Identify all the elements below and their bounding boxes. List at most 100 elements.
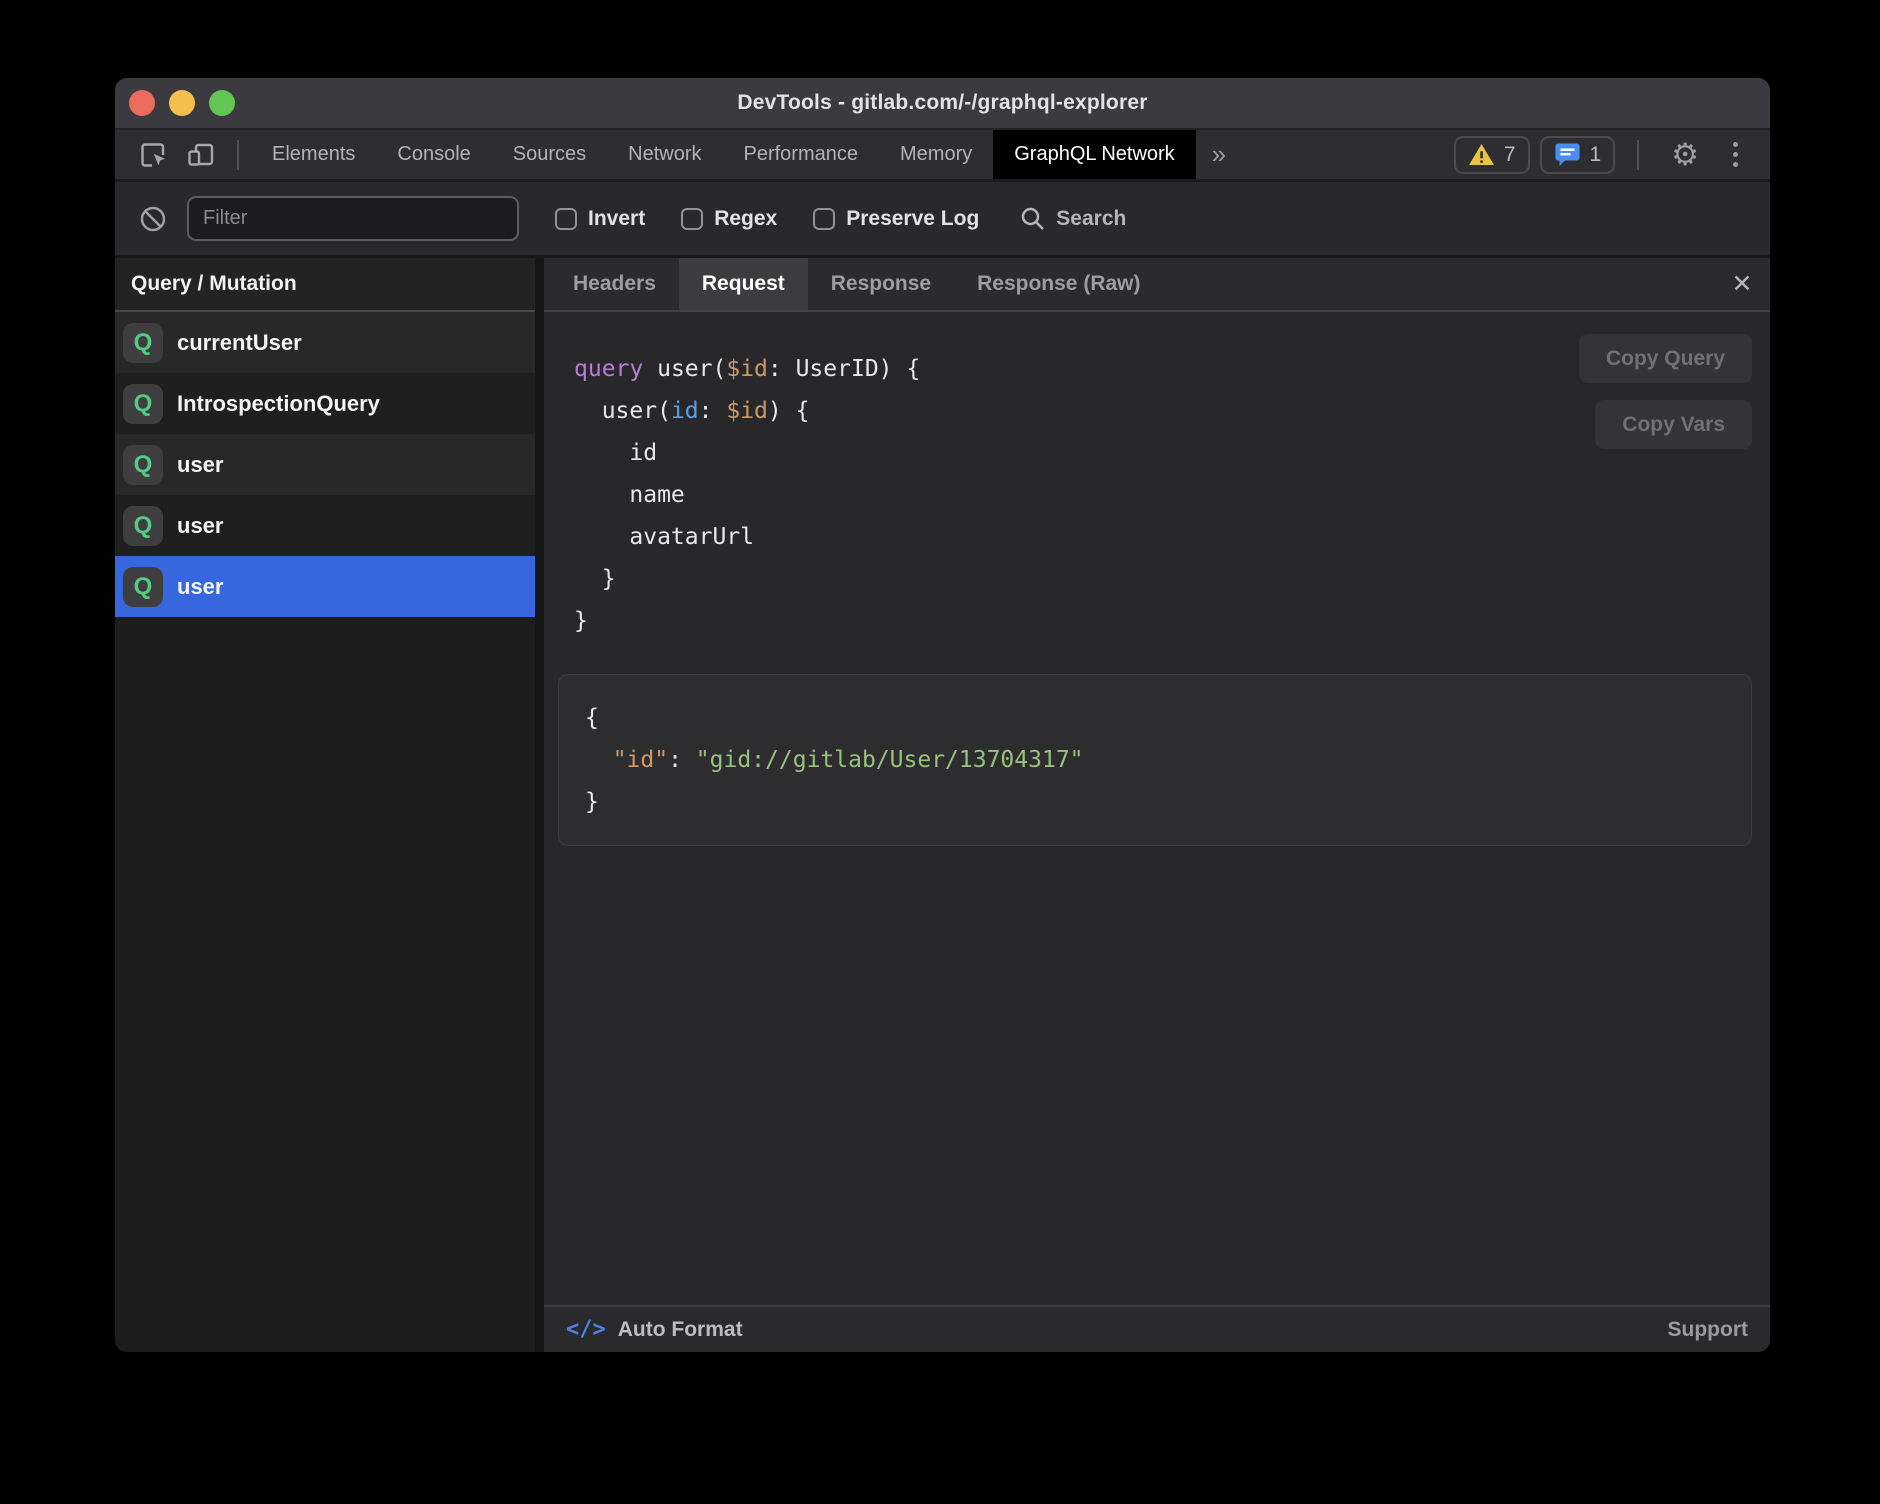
- search-label: Search: [1056, 207, 1126, 231]
- message-bubble-icon: [1554, 142, 1581, 167]
- zoom-window-button[interactable]: [209, 90, 235, 116]
- copy-vars-button[interactable]: Copy Vars: [1595, 400, 1752, 449]
- panel-tab-label: Network: [628, 143, 701, 166]
- query-list-item[interactable]: Q user: [115, 556, 535, 617]
- query-type-badge: Q: [123, 323, 163, 363]
- panel-tab[interactable]: Memory: [879, 130, 993, 179]
- panel-tab[interactable]: Console: [376, 130, 491, 179]
- support-link[interactable]: Support: [1668, 1318, 1748, 1342]
- detail-tab[interactable]: Response: [808, 258, 954, 310]
- device-toolbar-button[interactable]: [177, 130, 225, 179]
- panel-tab-label: Memory: [900, 143, 972, 166]
- detail-tab-label: Headers: [573, 272, 656, 296]
- inspect-cursor-icon: [137, 139, 169, 171]
- settings-button[interactable]: ⚙: [1661, 139, 1709, 170]
- request-tab-content: Copy Query Copy Vars query user($id: Use…: [544, 312, 1770, 1305]
- query-list-item[interactable]: Q IntrospectionQuery: [115, 373, 535, 434]
- filter-checkbox[interactable]: Preserve Log: [813, 207, 979, 231]
- auto-format-label: Auto Format: [618, 1318, 743, 1342]
- filter-checkbox[interactable]: Invert: [555, 207, 645, 231]
- clear-requests-button[interactable]: [133, 205, 173, 233]
- panel-tab[interactable]: Performance: [723, 130, 880, 179]
- checkbox-label: Preserve Log: [846, 207, 979, 231]
- query-type-badge: Q: [123, 506, 163, 546]
- kebab-dot: [1733, 152, 1738, 157]
- detail-tab-label: Response: [831, 272, 931, 296]
- warnings-badge[interactable]: 7: [1454, 136, 1530, 174]
- close-icon: ✕: [1732, 269, 1753, 299]
- copy-query-button[interactable]: Copy Query: [1579, 334, 1752, 383]
- checkbox-box: [813, 208, 835, 230]
- query-list-item[interactable]: Q currentUser: [115, 312, 535, 373]
- checkbox-label: Invert: [588, 207, 645, 231]
- kebab-dot: [1733, 162, 1738, 167]
- panel-tab[interactable]: Elements: [251, 130, 376, 179]
- filter-toolbar: Invert Regex Preserve Log Search: [115, 182, 1770, 258]
- detail-tab[interactable]: Response (Raw): [954, 258, 1163, 310]
- devtools-window: DevTools - gitlab.com/-/graphql-explorer: [115, 78, 1770, 1352]
- filter-input[interactable]: [187, 196, 519, 241]
- device-toolbar-icon: [185, 139, 217, 171]
- query-list-item[interactable]: Q user: [115, 495, 535, 556]
- detail-footer: </> Auto Format Support: [544, 1305, 1770, 1352]
- panel-tab-label: Console: [397, 143, 470, 166]
- panel-tab-label: Performance: [744, 143, 859, 166]
- minimize-window-button[interactable]: [169, 90, 195, 116]
- panel-tab-label: Sources: [513, 143, 586, 166]
- more-panels-button[interactable]: »: [1196, 130, 1242, 179]
- detail-tab-label: Request: [702, 272, 785, 296]
- checkbox-box: [681, 208, 703, 230]
- double-chevron-icon: »: [1212, 139, 1226, 170]
- customize-menu-button[interactable]: [1719, 142, 1752, 167]
- detail-tabs: Headers Request Response Response (Raw) …: [544, 258, 1770, 312]
- detail-tab[interactable]: Request: [679, 258, 808, 310]
- detail-tab[interactable]: Headers: [550, 258, 679, 310]
- main-toolbar: Elements Console Sources Network Perform…: [115, 130, 1770, 182]
- close-window-button[interactable]: [129, 90, 155, 116]
- content-area: Query / Mutation Q currentUser Q Introsp…: [115, 258, 1770, 1352]
- filter-checkboxes: Invert Regex Preserve Log: [519, 207, 979, 231]
- query-name: user: [177, 574, 223, 600]
- auto-format-button[interactable]: </> Auto Format: [566, 1317, 743, 1342]
- close-detail-button[interactable]: ✕: [1714, 258, 1770, 310]
- copy-buttons: Copy Query Copy Vars: [1579, 334, 1752, 449]
- issues-count: 1: [1590, 143, 1602, 167]
- issues-badge[interactable]: 1: [1540, 136, 1616, 174]
- traffic-lights: [129, 78, 235, 128]
- warning-triangle-icon: [1468, 143, 1495, 166]
- checkbox-label: Regex: [714, 207, 777, 231]
- detail-tab-strip: Headers Request Response Response (Raw): [550, 258, 1164, 310]
- panel-tab-label: Elements: [272, 143, 355, 166]
- query-variables-code: { "id": "gid://gitlab/User/13704317"}: [585, 697, 1725, 823]
- query-name: currentUser: [177, 330, 302, 356]
- inspect-element-button[interactable]: [129, 130, 177, 179]
- query-name: IntrospectionQuery: [177, 391, 380, 417]
- query-variables-box: { "id": "gid://gitlab/User/13704317"}: [558, 674, 1752, 846]
- titlebar: DevTools - gitlab.com/-/graphql-explorer: [115, 78, 1770, 130]
- gear-icon: ⚙: [1671, 137, 1699, 172]
- query-list-item[interactable]: Q user: [115, 434, 535, 495]
- query-name: user: [177, 513, 223, 539]
- kebab-dot: [1733, 142, 1738, 147]
- block-circle-icon: [139, 205, 167, 233]
- request-detail-panel: Headers Request Response Response (Raw) …: [544, 258, 1770, 1352]
- query-name: user: [177, 452, 223, 478]
- toolbar-divider: [237, 140, 239, 170]
- query-type-badge: Q: [123, 445, 163, 485]
- panel-tab-label: GraphQL Network: [1014, 143, 1174, 166]
- search-button[interactable]: Search: [1019, 205, 1126, 232]
- filter-checkbox[interactable]: Regex: [681, 207, 777, 231]
- panel-tabs: Elements Console Sources Network Perform…: [251, 130, 1196, 179]
- panel-tab[interactable]: Network: [607, 130, 722, 179]
- query-sidebar: Query / Mutation Q currentUser Q Introsp…: [115, 258, 544, 1352]
- toolbar-divider: [1637, 140, 1639, 170]
- warnings-count: 7: [1504, 143, 1516, 167]
- toolbar-right: 7 1 ⚙: [1454, 130, 1770, 179]
- search-icon: [1019, 205, 1046, 232]
- query-list: Q currentUser Q IntrospectionQuery Q use…: [115, 312, 535, 617]
- checkbox-box: [555, 208, 577, 230]
- panel-tab[interactable]: GraphQL Network: [993, 130, 1195, 179]
- query-type-badge: Q: [123, 567, 163, 607]
- panel-tab[interactable]: Sources: [492, 130, 607, 179]
- code-brackets-icon: </>: [566, 1317, 606, 1342]
